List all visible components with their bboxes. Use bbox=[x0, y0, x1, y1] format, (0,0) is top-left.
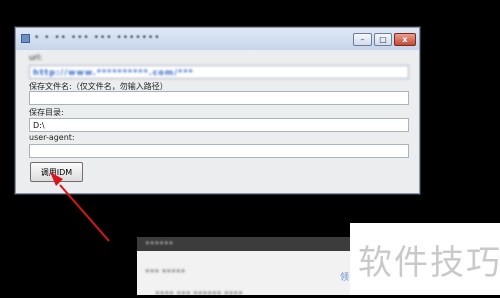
background-text-line: ••• ••••• bbox=[145, 267, 186, 276]
background-title: •••••• bbox=[145, 239, 174, 248]
arrow-shaft bbox=[59, 184, 110, 242]
background-text-line: •••• ••• •••••• •••• bbox=[155, 289, 243, 298]
arrow-head bbox=[50, 172, 63, 186]
background-link[interactable]: 领 bbox=[340, 270, 349, 283]
watermark-text: 软件技巧 bbox=[358, 243, 500, 283]
background-window: •••••• ••• ••••• •••• ••• •••••• •••• 领 bbox=[137, 237, 352, 298]
background-title-bar: •••••• bbox=[137, 237, 352, 251]
watermark: 软件技巧 bbox=[350, 223, 500, 295]
